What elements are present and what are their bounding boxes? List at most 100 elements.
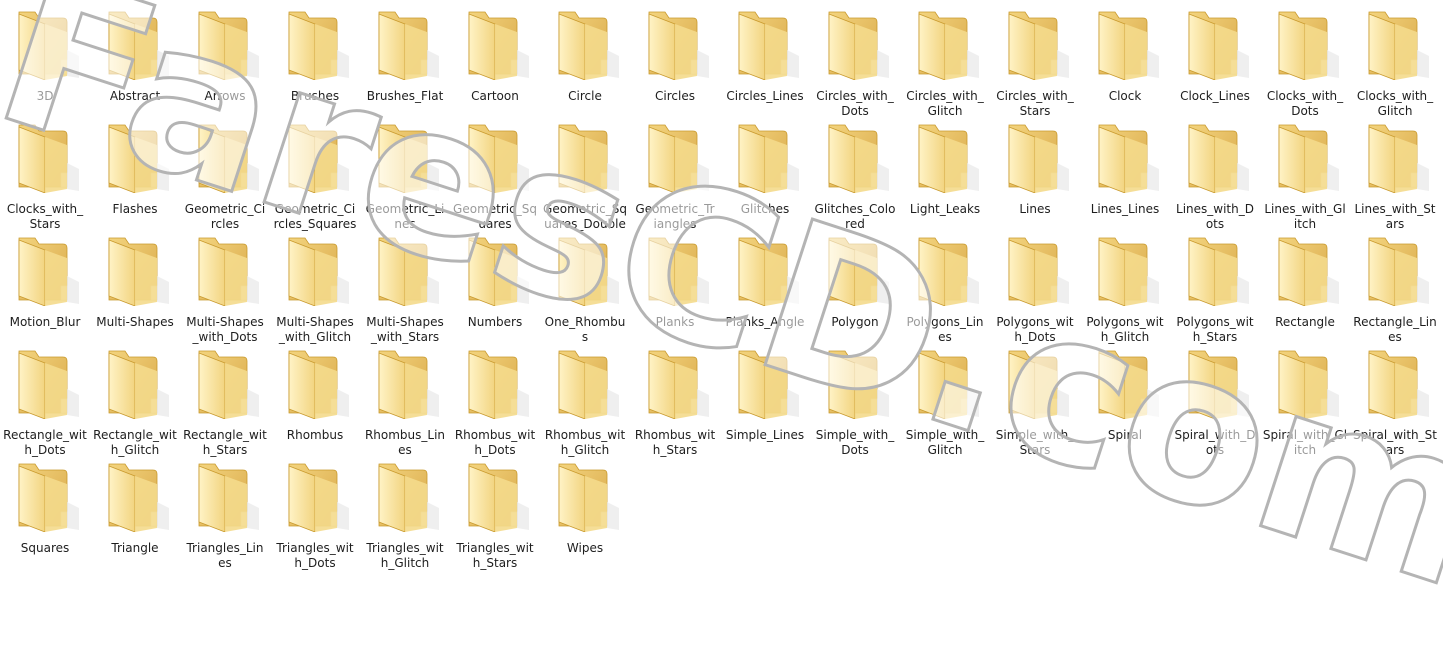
folder-item[interactable]: Clocks_with_ Stars xyxy=(0,113,90,231)
folder-item[interactable]: Light_Leaks xyxy=(900,113,990,226)
folder-icon xyxy=(648,124,709,193)
folder-item[interactable]: Rectangle_wit h_Dots xyxy=(0,339,90,457)
folder-item[interactable]: Multi-Shapes _with_Glitch xyxy=(270,226,360,344)
folder-item[interactable]: Triangles_wit h_Stars xyxy=(450,452,540,570)
folder-item[interactable]: Brushes_Flat xyxy=(360,0,450,113)
folder-item[interactable]: Lines_with_Gl itch xyxy=(1260,113,1350,231)
folder-label: Numbers xyxy=(467,315,523,329)
folder-icon xyxy=(198,350,259,419)
folder-label: Circles xyxy=(655,89,695,103)
folder-item[interactable]: Rhombus_wit h_Glitch xyxy=(540,339,630,457)
folder-item[interactable]: Simple_with_ Dots xyxy=(810,339,900,457)
folder-item[interactable]: Squares xyxy=(0,452,90,565)
folder-icon xyxy=(1368,350,1429,419)
folder-item[interactable]: Wipes xyxy=(540,452,630,565)
folder-item[interactable]: Geometric_Sq uares_Double xyxy=(540,113,630,231)
folder-item[interactable]: Rectangle_wit h_Stars xyxy=(180,339,270,457)
folder-label: Triangles_wit h_Stars xyxy=(456,541,534,570)
folder-icon xyxy=(18,237,79,306)
folder-item[interactable]: Lines_with_D ots xyxy=(1170,113,1260,231)
folder-item[interactable]: Triangles_wit h_Dots xyxy=(270,452,360,570)
folder-label: Spiral_with_D ots xyxy=(1174,428,1256,457)
folder-item[interactable]: Motion_Blur xyxy=(0,226,90,339)
folder-icon xyxy=(1368,237,1429,306)
folder-item[interactable]: Lines_Lines xyxy=(1080,113,1170,226)
folder-icon xyxy=(1368,11,1429,80)
folder-item[interactable]: Clocks_with_ Glitch xyxy=(1350,0,1440,118)
folder-item[interactable]: Multi-Shapes _with_Dots xyxy=(180,226,270,344)
folder-item[interactable]: Geometric_Li nes xyxy=(360,113,450,231)
folder-item[interactable]: Polygons_wit h_Stars xyxy=(1170,226,1260,344)
folder-item[interactable]: Spiral xyxy=(1080,339,1170,452)
folder-icon xyxy=(468,237,529,306)
folder-icon xyxy=(1278,350,1339,419)
folder-item[interactable]: Glitches_Colo red xyxy=(810,113,900,231)
folder-label: 3D xyxy=(36,89,54,103)
folder-item[interactable]: Circles_Lines xyxy=(720,0,810,113)
folder-item[interactable]: Polygon xyxy=(810,226,900,339)
folder-item[interactable]: Rectangle_Lin es xyxy=(1350,226,1440,344)
folder-item[interactable]: Brushes xyxy=(270,0,360,113)
folder-item[interactable]: Geometric_Ci rcles_Squares xyxy=(270,113,360,231)
folder-icon xyxy=(828,350,889,419)
folder-item[interactable]: Circles xyxy=(630,0,720,113)
folder-item[interactable]: Triangles_wit h_Glitch xyxy=(360,452,450,570)
folder-label: Rhombus xyxy=(286,428,344,442)
folder-item[interactable]: Flashes xyxy=(90,113,180,226)
folder-item[interactable]: Spiral_with_Gl itch xyxy=(1260,339,1350,457)
folder-icon xyxy=(288,237,349,306)
folder-item[interactable]: Glitches xyxy=(720,113,810,226)
file-explorer-view: 3D Abstract Arrows Brushes Brushes_Flat … xyxy=(0,0,1443,653)
folder-icon xyxy=(738,237,799,306)
folder-item[interactable]: Planks_Angle xyxy=(720,226,810,339)
folder-item[interactable]: Geometric_Ci rcles xyxy=(180,113,270,231)
folder-item[interactable]: Clocks_with_ Dots xyxy=(1260,0,1350,118)
folder-item[interactable]: Simple_with_ Stars xyxy=(990,339,1080,457)
folder-item[interactable]: Rhombus_wit h_Stars xyxy=(630,339,720,457)
folder-item[interactable]: Rhombus xyxy=(270,339,360,452)
folder-icon xyxy=(738,350,799,419)
folder-item[interactable]: Circles_with_ Dots xyxy=(810,0,900,118)
folder-item[interactable]: Clock_Lines xyxy=(1170,0,1260,113)
folder-grid: 3D Abstract Arrows Brushes Brushes_Flat … xyxy=(0,0,1440,570)
folder-item[interactable]: Circle xyxy=(540,0,630,113)
folder-label: Spiral_with_St ars xyxy=(1353,428,1437,457)
folder-icon xyxy=(288,11,349,80)
folder-item[interactable]: Polygons_Lin es xyxy=(900,226,990,344)
folder-item[interactable]: Polygons_wit h_Glitch xyxy=(1080,226,1170,344)
folder-item[interactable]: Planks xyxy=(630,226,720,339)
folder-label: Lines xyxy=(1019,202,1051,216)
folder-item[interactable]: Rhombus_wit h_Dots xyxy=(450,339,540,457)
folder-item[interactable]: Simple_Lines xyxy=(720,339,810,452)
folder-item[interactable]: Rectangle xyxy=(1260,226,1350,339)
folder-icon xyxy=(108,463,169,532)
folder-item[interactable]: Numbers xyxy=(450,226,540,339)
folder-icon xyxy=(1278,237,1339,306)
folder-icon xyxy=(918,350,979,419)
folder-icon xyxy=(1008,124,1069,193)
folder-item[interactable]: Arrows xyxy=(180,0,270,113)
folder-item[interactable]: Geometric_Tr iangles xyxy=(630,113,720,231)
folder-item[interactable]: Rectangle_wit h_Glitch xyxy=(90,339,180,457)
folder-item[interactable]: Multi-Shapes _with_Stars xyxy=(360,226,450,344)
folder-item[interactable]: Circles_with_ Stars xyxy=(990,0,1080,118)
folder-item[interactable]: Triangle xyxy=(90,452,180,565)
folder-item[interactable]: Geometric_Sq uares xyxy=(450,113,540,231)
folder-item[interactable]: Simple_with_ Glitch xyxy=(900,339,990,457)
folder-item[interactable]: Polygons_wit h_Dots xyxy=(990,226,1080,344)
folder-item[interactable]: Spiral_with_D ots xyxy=(1170,339,1260,457)
folder-item[interactable]: Clock xyxy=(1080,0,1170,113)
folder-item[interactable]: 3D xyxy=(0,0,90,113)
folder-item[interactable]: Spiral_with_St ars xyxy=(1350,339,1440,457)
folder-icon xyxy=(198,124,259,193)
folder-item[interactable]: Cartoon xyxy=(450,0,540,113)
folder-item[interactable]: Lines xyxy=(990,113,1080,226)
folder-item[interactable]: Multi-Shapes xyxy=(90,226,180,339)
folder-item[interactable]: One_Rhombu s xyxy=(540,226,630,344)
folder-item[interactable]: Triangles_Lin es xyxy=(180,452,270,570)
folder-item[interactable]: Circles_with_ Glitch xyxy=(900,0,990,118)
folder-item[interactable]: Abstract xyxy=(90,0,180,113)
folder-item[interactable]: Lines_with_St ars xyxy=(1350,113,1440,231)
folder-icon xyxy=(108,237,169,306)
folder-item[interactable]: Rhombus_Lin es xyxy=(360,339,450,457)
